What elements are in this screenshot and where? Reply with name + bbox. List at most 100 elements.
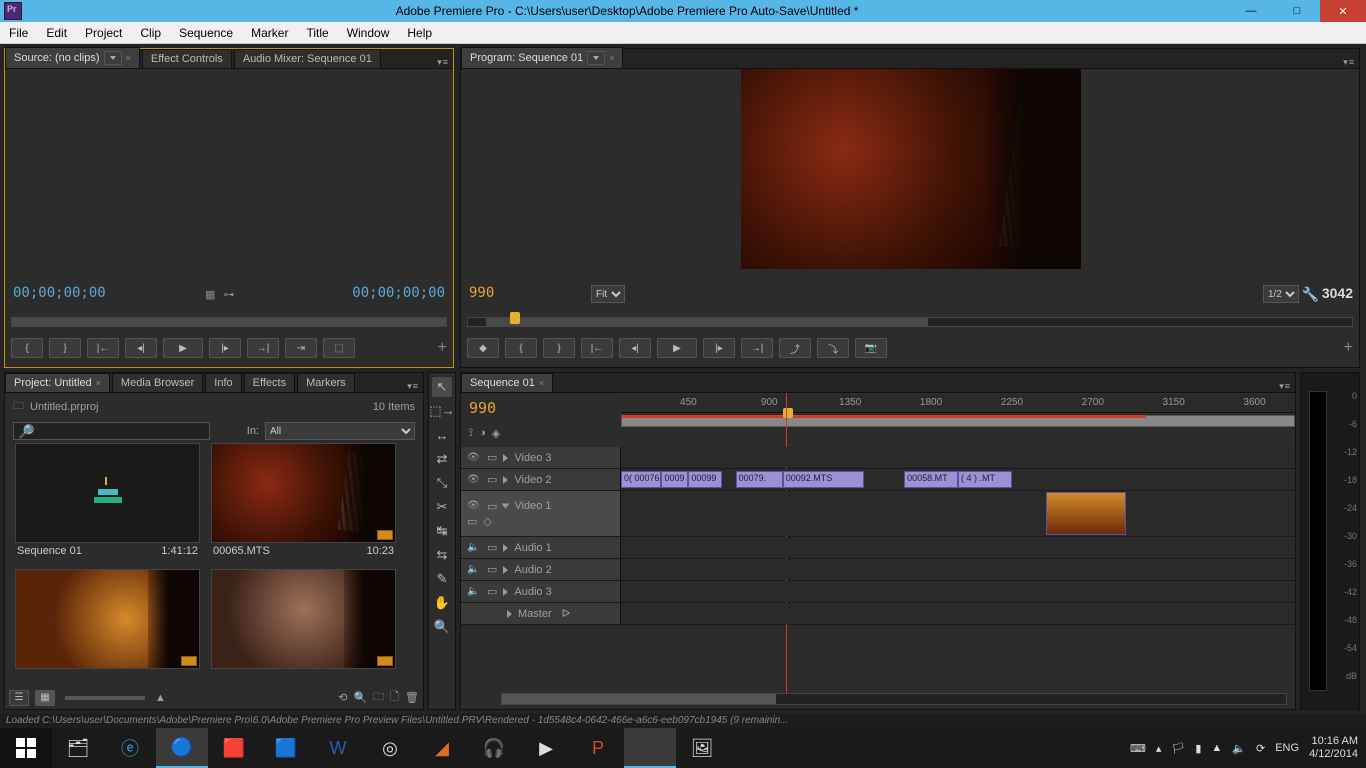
task-explorer[interactable]: 🗂: [52, 728, 104, 768]
timeline-clip[interactable]: 0009: [661, 471, 688, 488]
mark-in-button[interactable]: {: [11, 338, 43, 358]
expand-icon[interactable]: [503, 544, 508, 552]
marker-span-icon[interactable]: ◈: [492, 427, 500, 440]
task-player[interactable]: ▶: [520, 728, 572, 768]
list-view-button[interactable]: ☰: [9, 690, 29, 706]
overwrite-button[interactable]: ⬚: [323, 338, 355, 358]
step-fwd-button[interactable]: |▸: [209, 338, 241, 358]
video-only-icon[interactable]: ▦: [205, 288, 215, 301]
wrench-icon[interactable]: 🔧: [1302, 286, 1319, 303]
close-icon[interactable]: ×: [96, 378, 101, 388]
speaker-icon[interactable]: [467, 585, 481, 599]
timeline-clip[interactable]: 00099: [688, 471, 722, 488]
add-marker-button[interactable]: ◆: [467, 338, 499, 358]
menu-window[interactable]: Window: [338, 22, 399, 43]
step-back-button[interactable]: ◂|: [125, 338, 157, 358]
expand-icon[interactable]: [503, 588, 508, 596]
task-audacity[interactable]: 🎧: [468, 728, 520, 768]
slide-tool[interactable]: ⇆: [432, 545, 452, 565]
timeline-pos[interactable]: 990: [469, 399, 613, 417]
find-icon[interactable]: 🔍: [353, 691, 367, 704]
hand-tool[interactable]: ✋: [432, 593, 452, 613]
task-app3[interactable]: ◢: [416, 728, 468, 768]
razor-tool[interactable]: ✂: [432, 497, 452, 517]
icon-view-button[interactable]: ▦: [35, 690, 55, 706]
task-powerpoint[interactable]: P: [572, 728, 624, 768]
snap-icon[interactable]: ⟟: [469, 427, 473, 440]
step-fwd-button[interactable]: |▸: [703, 338, 735, 358]
task-chrome[interactable]: 🔵: [156, 728, 208, 768]
step-back-button[interactable]: ◂|: [619, 338, 651, 358]
item-clip-thumb[interactable]: [15, 569, 200, 669]
eye-icon[interactable]: [467, 473, 481, 487]
menu-file[interactable]: File: [0, 22, 37, 43]
button-editor-icon[interactable]: +: [438, 339, 447, 357]
filter-select[interactable]: All: [265, 422, 415, 440]
timeline-clip[interactable]: 00092.MTS: [783, 471, 864, 488]
selection-tool[interactable]: ↖: [432, 377, 452, 397]
play-button[interactable]: ▶: [163, 338, 203, 358]
item-sequence-thumb[interactable]: [15, 443, 200, 543]
minimize-button[interactable]: —: [1228, 0, 1274, 22]
program-preview[interactable]: [741, 69, 1081, 269]
timeline-clip[interactable]: [1046, 492, 1127, 535]
item-clip-thumb[interactable]: [211, 569, 396, 669]
tab-markers[interactable]: Markers: [297, 373, 355, 392]
menu-marker[interactable]: Marker: [242, 22, 297, 43]
sort-icon[interactable]: ▲: [155, 692, 166, 704]
mark-out-button[interactable]: }: [543, 338, 575, 358]
mark-out-button[interactable]: }: [49, 338, 81, 358]
time-ruler[interactable]: 450 900 1350 1800 2250 2700 3150 3600: [621, 395, 1295, 413]
lock-icon[interactable]: ▭: [487, 541, 497, 554]
panel-menu-icon[interactable]: ▾≡: [403, 381, 423, 392]
automate-icon[interactable]: ⟲: [338, 691, 347, 704]
play-button[interactable]: ▶: [657, 338, 697, 358]
playhead-marker-icon[interactable]: [783, 408, 793, 418]
mark-in-button[interactable]: {: [505, 338, 537, 358]
menu-sequence[interactable]: Sequence: [170, 22, 242, 43]
expand-icon[interactable]: [503, 454, 508, 462]
expand-icon[interactable]: [503, 566, 508, 574]
rate-stretch-tool[interactable]: ⤡: [432, 473, 452, 493]
tray-network-icon[interactable]: ▲: [1211, 742, 1222, 754]
new-item-button[interactable]: 🗋: [390, 688, 399, 707]
delete-button[interactable]: 🗑: [405, 691, 419, 704]
thumb-size-slider[interactable]: [65, 696, 145, 700]
program-dropdown-icon[interactable]: [587, 51, 605, 65]
tray-lang[interactable]: ENG: [1275, 742, 1299, 754]
source-dropdown-icon[interactable]: [104, 51, 122, 65]
expand-icon[interactable]: [502, 504, 510, 509]
tray-keyboard-icon[interactable]: ⌨: [1130, 742, 1146, 755]
lock-icon[interactable]: ▭: [487, 451, 497, 464]
menu-edit[interactable]: Edit: [37, 22, 76, 43]
tab-source[interactable]: Source: (no clips)×: [5, 47, 140, 68]
output-icon[interactable]: ᐅ: [562, 607, 570, 620]
close-icon[interactable]: ×: [609, 53, 614, 63]
timeline-clip[interactable]: 00079.: [736, 471, 783, 488]
panel-menu-icon[interactable]: ▾≡: [1339, 57, 1359, 68]
go-in-button[interactable]: |←: [581, 338, 613, 358]
go-out-button[interactable]: →|: [247, 338, 279, 358]
keyframe-icon[interactable]: ◇: [483, 515, 491, 528]
timeline-zoom-scroll[interactable]: [501, 693, 1287, 705]
tab-project[interactable]: Project: Untitled×: [5, 373, 110, 392]
speaker-icon[interactable]: [467, 563, 481, 577]
lock-icon[interactable]: ▭: [487, 585, 497, 598]
zoom-tool[interactable]: 🔍: [432, 617, 452, 637]
pen-tool[interactable]: ✎: [432, 569, 452, 589]
task-premiere[interactable]: [624, 728, 676, 768]
tray-volume-icon[interactable]: 🔈: [1232, 742, 1246, 755]
lock-icon[interactable]: ▭: [487, 563, 497, 576]
resolution-select[interactable]: 1/2: [1263, 285, 1299, 303]
search-input[interactable]: [13, 422, 210, 440]
export-frame-button[interactable]: 📷: [855, 338, 887, 358]
tab-media-browser[interactable]: Media Browser: [112, 373, 203, 392]
timeline-clip[interactable]: ( 4 ) .MT: [958, 471, 1012, 488]
track-select-tool[interactable]: ⬚→: [432, 401, 452, 421]
eye-icon[interactable]: [467, 499, 481, 513]
task-photos[interactable]: 🖼: [676, 728, 728, 768]
menu-help[interactable]: Help: [398, 22, 441, 43]
menu-clip[interactable]: Clip: [131, 22, 170, 43]
expand-icon[interactable]: [503, 476, 508, 484]
tray-flag-icon[interactable]: 🏳: [1171, 742, 1185, 755]
